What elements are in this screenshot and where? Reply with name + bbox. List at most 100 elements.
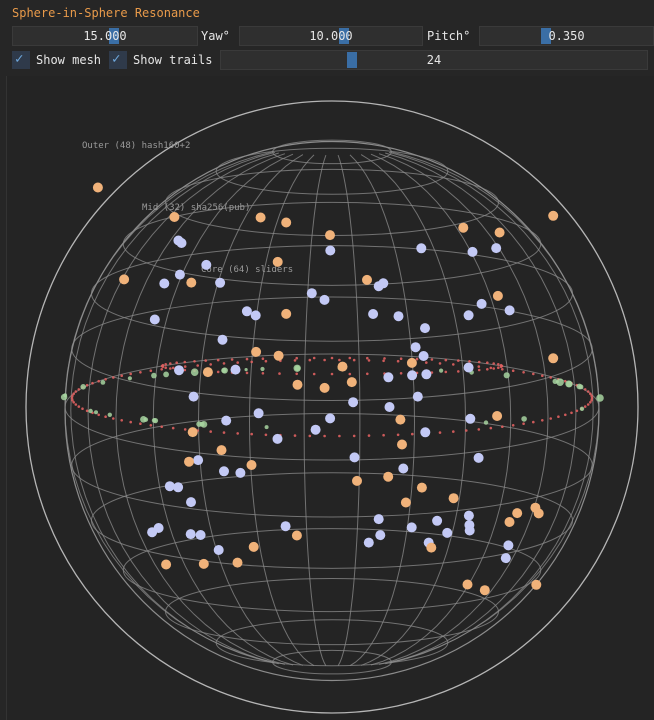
trail-dot xyxy=(399,372,403,375)
trail-dot xyxy=(583,405,587,408)
outer-point xyxy=(281,308,292,319)
outer-point xyxy=(406,357,417,368)
trail-dot xyxy=(264,359,268,363)
outer-point xyxy=(248,541,259,552)
core-point xyxy=(163,371,170,378)
trail-dot xyxy=(250,360,253,364)
trail-dot xyxy=(486,361,489,365)
mid-point xyxy=(467,246,478,257)
trail-dot xyxy=(112,376,115,379)
trail-dot xyxy=(171,366,175,370)
mesh-meridian xyxy=(388,151,594,664)
trail-dot xyxy=(91,381,94,385)
trail-dot xyxy=(570,411,573,415)
layer-label: Mid (32) sha256(pub) xyxy=(142,203,250,213)
trail-dot xyxy=(465,429,468,432)
outer-point xyxy=(400,497,411,508)
show-trails-label[interactable]: Show trails xyxy=(133,53,212,67)
app-window: Sphere-in-Sphere Resonance 15.000 Yaw° 1… xyxy=(0,0,654,720)
trail-dot xyxy=(139,371,142,374)
trail-dot xyxy=(444,358,448,362)
trail-dot xyxy=(312,356,316,360)
trail-dot xyxy=(216,370,220,374)
trail-dot xyxy=(430,358,434,361)
outer-point xyxy=(198,558,209,569)
render-viewport[interactable]: Outer (48) hash160+2 Mid (32) sha256(pub)… xyxy=(6,76,654,720)
pitch-slider[interactable]: 0.350 xyxy=(479,26,654,46)
mesh-latitude-ring xyxy=(272,139,392,165)
mid-point xyxy=(149,314,160,325)
outer-point xyxy=(337,361,348,372)
mid-point xyxy=(473,452,484,463)
window-title: Sphere-in-Sphere Resonance xyxy=(12,6,200,20)
mid-point xyxy=(174,269,185,280)
trail-dot xyxy=(396,359,400,363)
mid-point xyxy=(213,545,224,555)
mid-point xyxy=(393,311,404,322)
trail-dot xyxy=(236,361,239,364)
count-slider[interactable]: 24 xyxy=(220,50,648,70)
show-mesh-label[interactable]: Show mesh xyxy=(36,53,101,67)
mesh-latitude-ring xyxy=(90,472,574,569)
trail-dot xyxy=(70,396,74,400)
trail-dot xyxy=(183,360,187,364)
core-point xyxy=(264,425,269,430)
trail-dot xyxy=(196,364,199,367)
core-point xyxy=(244,368,248,372)
outer-point xyxy=(292,379,303,390)
trail-dot xyxy=(399,357,403,361)
mid-point xyxy=(221,415,232,426)
mid-point xyxy=(432,515,443,526)
show-mesh-checkbox[interactable]: ✓ xyxy=(12,51,30,69)
radius-slider[interactable]: 15.000 xyxy=(12,26,198,46)
trail-dot xyxy=(193,360,196,363)
show-trails-checkbox[interactable]: ✓ xyxy=(109,51,127,69)
mid-point xyxy=(325,245,336,256)
mid-point xyxy=(174,365,184,376)
trail-dot xyxy=(590,396,594,400)
yaw-slider[interactable]: 10.000 xyxy=(239,26,423,46)
core-point xyxy=(199,421,205,427)
trail-dot xyxy=(382,359,385,363)
trail-dot xyxy=(477,365,481,368)
mesh-latitude-ring xyxy=(71,413,593,518)
count-value: 24 xyxy=(426,53,442,67)
mid-point xyxy=(465,413,476,424)
core-point xyxy=(152,418,159,424)
trail-dot xyxy=(575,409,579,413)
trail-dot xyxy=(489,426,493,430)
mid-point xyxy=(407,370,418,381)
outer-point xyxy=(255,212,266,223)
trail-dot xyxy=(129,372,132,376)
mid-point xyxy=(159,278,170,289)
trail-dot xyxy=(171,426,175,430)
sphere-scene[interactable]: Outer (48) hash160+2 Mid (32) sha256(pub)… xyxy=(7,76,654,720)
outer-point xyxy=(548,210,559,221)
trail-dot xyxy=(557,415,560,419)
mid-point xyxy=(463,510,474,521)
outer-point xyxy=(548,353,559,364)
check-icon: ✓ xyxy=(15,51,24,67)
core-point xyxy=(483,420,489,425)
yaw-label: Yaw° xyxy=(201,29,230,43)
mid-point xyxy=(500,553,511,564)
mid-point xyxy=(378,278,389,289)
mid-point xyxy=(230,364,241,375)
mid-point xyxy=(306,288,317,299)
trail-dot xyxy=(278,372,281,375)
outer-point xyxy=(397,439,407,450)
mid-point xyxy=(503,540,514,551)
mid-point xyxy=(185,529,196,540)
outer-point xyxy=(416,482,427,493)
outer-point xyxy=(395,414,406,425)
trail-dot xyxy=(511,369,515,373)
trail-dot xyxy=(71,398,74,402)
radius-value: 15.000 xyxy=(83,29,127,43)
trail-dot xyxy=(222,431,226,434)
trail-dot xyxy=(477,368,481,372)
trail-dot xyxy=(323,358,326,362)
trail-dot xyxy=(452,363,455,366)
trail-dot xyxy=(175,361,178,365)
mid-point xyxy=(310,424,321,435)
trail-dot xyxy=(348,372,352,376)
